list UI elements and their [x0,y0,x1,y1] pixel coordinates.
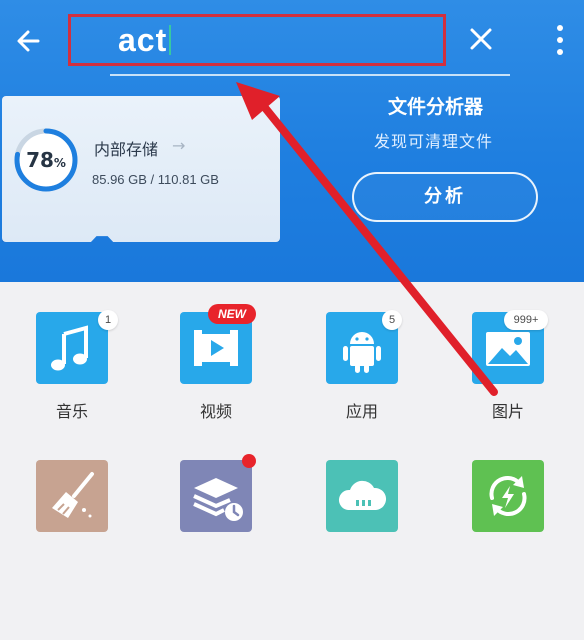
storage-size: 85.96 GB / 110.81 GB [92,172,219,187]
back-arrow-icon[interactable] [10,22,48,60]
images-badge: 999+ [504,310,548,330]
storage-percent-unit: % [53,156,66,170]
music-note-icon [36,312,108,384]
header: act 78% 内部存储 → 85.96 GB / 110.81 GB 文件分析… [0,0,584,282]
search-underline [110,74,510,76]
storage-percent: 78% [12,148,80,172]
broom-icon [36,460,108,532]
close-icon[interactable] [462,20,500,58]
analyzer-title: 文件分析器 [388,96,484,118]
app-storage-history[interactable] [156,454,276,580]
app-apps-label: 应用 [345,402,378,421]
notification-dot [242,454,256,468]
search-input-value: act [118,22,168,58]
search-box[interactable]: act [68,14,450,68]
app-transfer[interactable] [448,460,568,580]
analyzer-subtitle: 发现可清理文件 [374,132,494,151]
video-new-badge: NEW [208,304,256,324]
internal-storage-card[interactable]: 78% 内部存储 → 85.96 GB / 110.81 GB [2,96,280,242]
app-video-label: 视频 [199,402,232,421]
text-caret [169,25,172,55]
chevron-right-icon: → [172,136,186,155]
app-music-label: 音乐 [55,402,88,421]
storage-percent-value: 78 [26,148,54,172]
analyze-button[interactable]: 分析 [352,172,538,222]
search-input[interactable]: act [118,20,418,60]
sync-icon [472,460,544,532]
layers-clock-icon [180,460,252,532]
app-cleaner[interactable] [12,460,132,580]
app-music[interactable]: 1 音乐 [12,310,132,432]
cloud-icon [326,460,398,532]
music-badge: 1 [98,310,118,330]
app-apps[interactable]: 5 应用 [302,310,422,432]
more-vertical-icon[interactable] [548,18,572,62]
app-images-label: 图片 [491,402,524,421]
app-images[interactable]: 999+ 图片 [448,310,568,432]
app-cloud[interactable] [302,460,422,580]
app-video[interactable]: NEW 视频 [156,304,276,432]
storage-title: 内部存储 [94,140,159,159]
apps-badge: 5 [382,310,402,330]
